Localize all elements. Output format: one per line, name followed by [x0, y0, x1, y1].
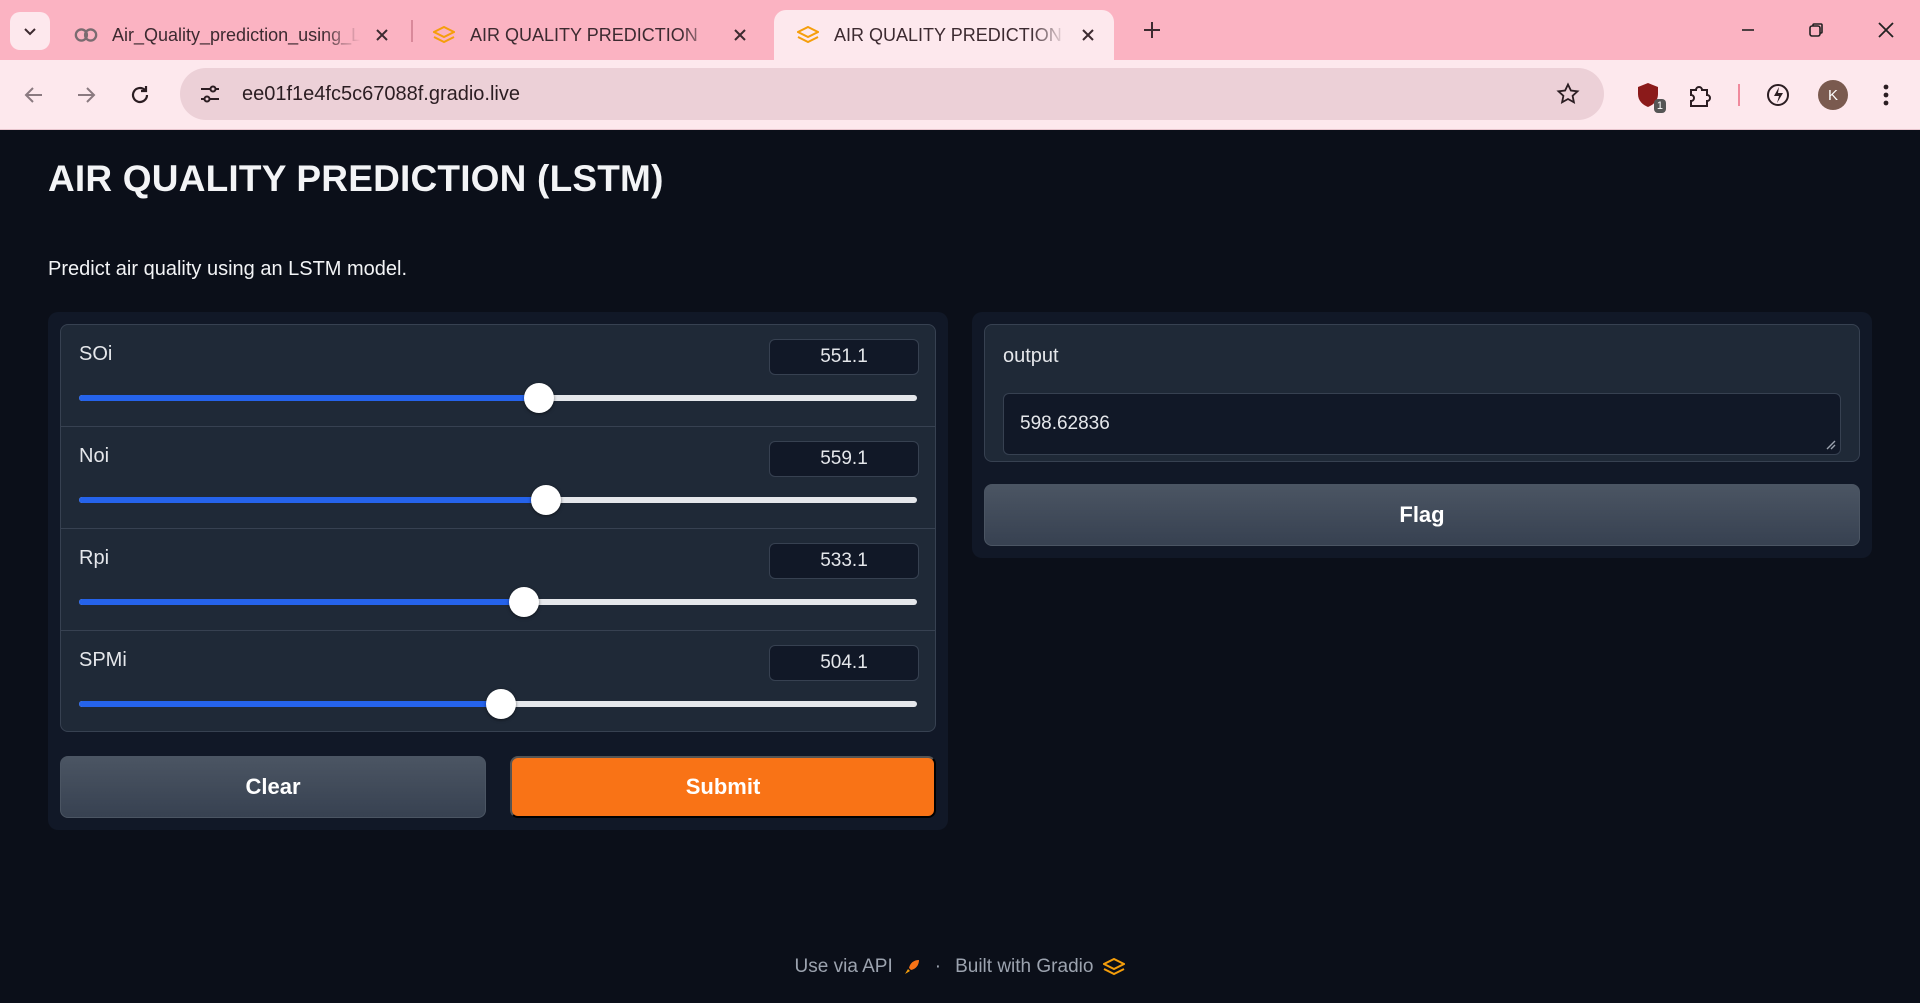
output-group: output 598.62836 — [984, 324, 1860, 462]
flag-button[interactable]: Flag — [984, 484, 1860, 546]
browser-tab-air-quality-lstm[interactable]: AIR QUALITY PREDICTION (LSTM) — [774, 10, 1114, 60]
address-bar[interactable]: ee01f1e4fc5c67088f.gradio.live — [180, 68, 1604, 120]
plus-icon — [1144, 22, 1160, 38]
speed-icon — [1767, 84, 1789, 106]
gradio-icon — [796, 23, 820, 47]
browser-tab-air-quality[interactable]: AIR QUALITY PREDICTION — [410, 10, 766, 60]
browser-tab-colab[interactable]: Air_Quality_prediction_using_Lstm.ipynb … — [52, 10, 408, 60]
slider-handle[interactable] — [524, 383, 555, 413]
sliders-group: SOi 551.1 Noi 559.1 Rpi 533.1 SPMi 504.1 — [60, 324, 936, 732]
slider-spmi: SPMi 504.1 — [61, 631, 935, 731]
submit-button[interactable]: Submit — [510, 756, 936, 818]
close-window-button[interactable] — [1866, 12, 1906, 48]
output-textbox[interactable]: 598.62836 — [1003, 393, 1841, 455]
profile-avatar[interactable]: K — [1818, 80, 1848, 110]
extensions-button[interactable] — [1680, 75, 1720, 115]
clear-button[interactable]: Clear — [60, 756, 486, 818]
slider-soi: SOi 551.1 — [61, 325, 935, 427]
slider-handle[interactable] — [485, 689, 516, 719]
minimize-icon — [1742, 29, 1754, 31]
browser-toolbar: ee01f1e4fc5c67088f.gradio.live 1 K — [0, 60, 1920, 130]
slider-fill — [79, 497, 546, 503]
output-value: 598.62836 — [1020, 413, 1110, 434]
footer: Use via API · Built with Gradio — [0, 956, 1920, 978]
chevron-down-icon — [24, 28, 36, 36]
browser-tab-strip: Air_Quality_prediction_using_Lstm.ipynb … — [0, 0, 1920, 60]
gradio-icon — [1103, 958, 1126, 976]
new-tab-button[interactable] — [1136, 14, 1168, 46]
output-panel: output 598.62836 Flag — [972, 312, 1872, 558]
slider-number-input[interactable]: 559.1 — [769, 441, 919, 477]
footer-separator: · — [934, 956, 942, 977]
built-with-gradio-link[interactable]: Built with Gradio — [955, 956, 1093, 978]
output-label: output — [1003, 345, 1059, 367]
slider-track[interactable] — [79, 587, 917, 617]
slider-number-input[interactable]: 504.1 — [769, 645, 919, 681]
close-icon[interactable] — [1076, 23, 1100, 47]
ublock-extension-button[interactable]: 1 — [1628, 75, 1668, 115]
gradio-icon — [432, 23, 456, 47]
slider-track[interactable] — [79, 485, 917, 515]
slider-label: Rpi — [79, 547, 110, 569]
slider-label: SOi — [79, 343, 113, 365]
arrow-right-icon — [78, 87, 96, 103]
url-text: ee01f1e4fc5c67088f.gradio.live — [242, 82, 520, 105]
reload-icon — [131, 86, 149, 104]
extension-badge: 1 — [1653, 99, 1666, 113]
close-icon — [1878, 22, 1894, 38]
minimize-button[interactable] — [1728, 12, 1768, 48]
page-description: Predict air quality using an LSTM model. — [48, 258, 408, 280]
performance-button[interactable] — [1758, 75, 1798, 115]
toolbar-separator — [1738, 84, 1740, 106]
slider-label: Noi — [79, 445, 110, 467]
tab-search-button[interactable] — [10, 12, 50, 50]
slider-handle[interactable] — [530, 485, 561, 515]
site-info-icon[interactable] — [186, 74, 234, 114]
page-title: AIR QUALITY PREDICTION (LSTM) — [48, 158, 664, 199]
slider-handle[interactable] — [508, 587, 539, 617]
slider-track[interactable] — [79, 383, 917, 413]
puzzle-icon — [1690, 86, 1711, 107]
slider-number-input[interactable]: 533.1 — [769, 543, 919, 579]
close-icon[interactable] — [728, 23, 752, 47]
slider-fill — [79, 599, 524, 605]
slider-fill — [79, 701, 501, 707]
tab-title: AIR QUALITY PREDICTION — [470, 24, 698, 45]
restore-button[interactable] — [1796, 12, 1836, 48]
use-via-api-link[interactable]: Use via API — [795, 956, 893, 978]
slider-rpi: Rpi 533.1 — [61, 529, 935, 631]
slider-number-input[interactable]: 551.1 — [769, 339, 919, 375]
bookmark-star-icon[interactable] — [1554, 80, 1582, 108]
tab-title: Air_Quality_prediction_using_Lstm.ipynb … — [112, 24, 360, 45]
close-icon[interactable] — [370, 23, 394, 47]
inputs-panel: SOi 551.1 Noi 559.1 Rpi 533.1 SPMi 504.1… — [48, 312, 948, 830]
forward-button[interactable] — [66, 75, 106, 115]
colab-icon — [74, 23, 98, 47]
restore-icon — [1809, 23, 1823, 37]
more-vertical-icon — [1883, 84, 1889, 106]
arrow-left-icon — [24, 87, 42, 103]
slider-noi: Noi 559.1 — [61, 427, 935, 529]
slider-track[interactable] — [79, 689, 917, 719]
back-button[interactable] — [14, 75, 54, 115]
tab-title: AIR QUALITY PREDICTION (LSTM) — [834, 24, 1066, 45]
browser-menu-button[interactable] — [1866, 75, 1906, 115]
slider-label: SPMi — [79, 649, 127, 671]
resize-handle-icon[interactable] — [1824, 438, 1836, 450]
slider-fill — [79, 395, 540, 401]
rocket-icon — [903, 958, 921, 976]
reload-button[interactable] — [120, 75, 160, 115]
